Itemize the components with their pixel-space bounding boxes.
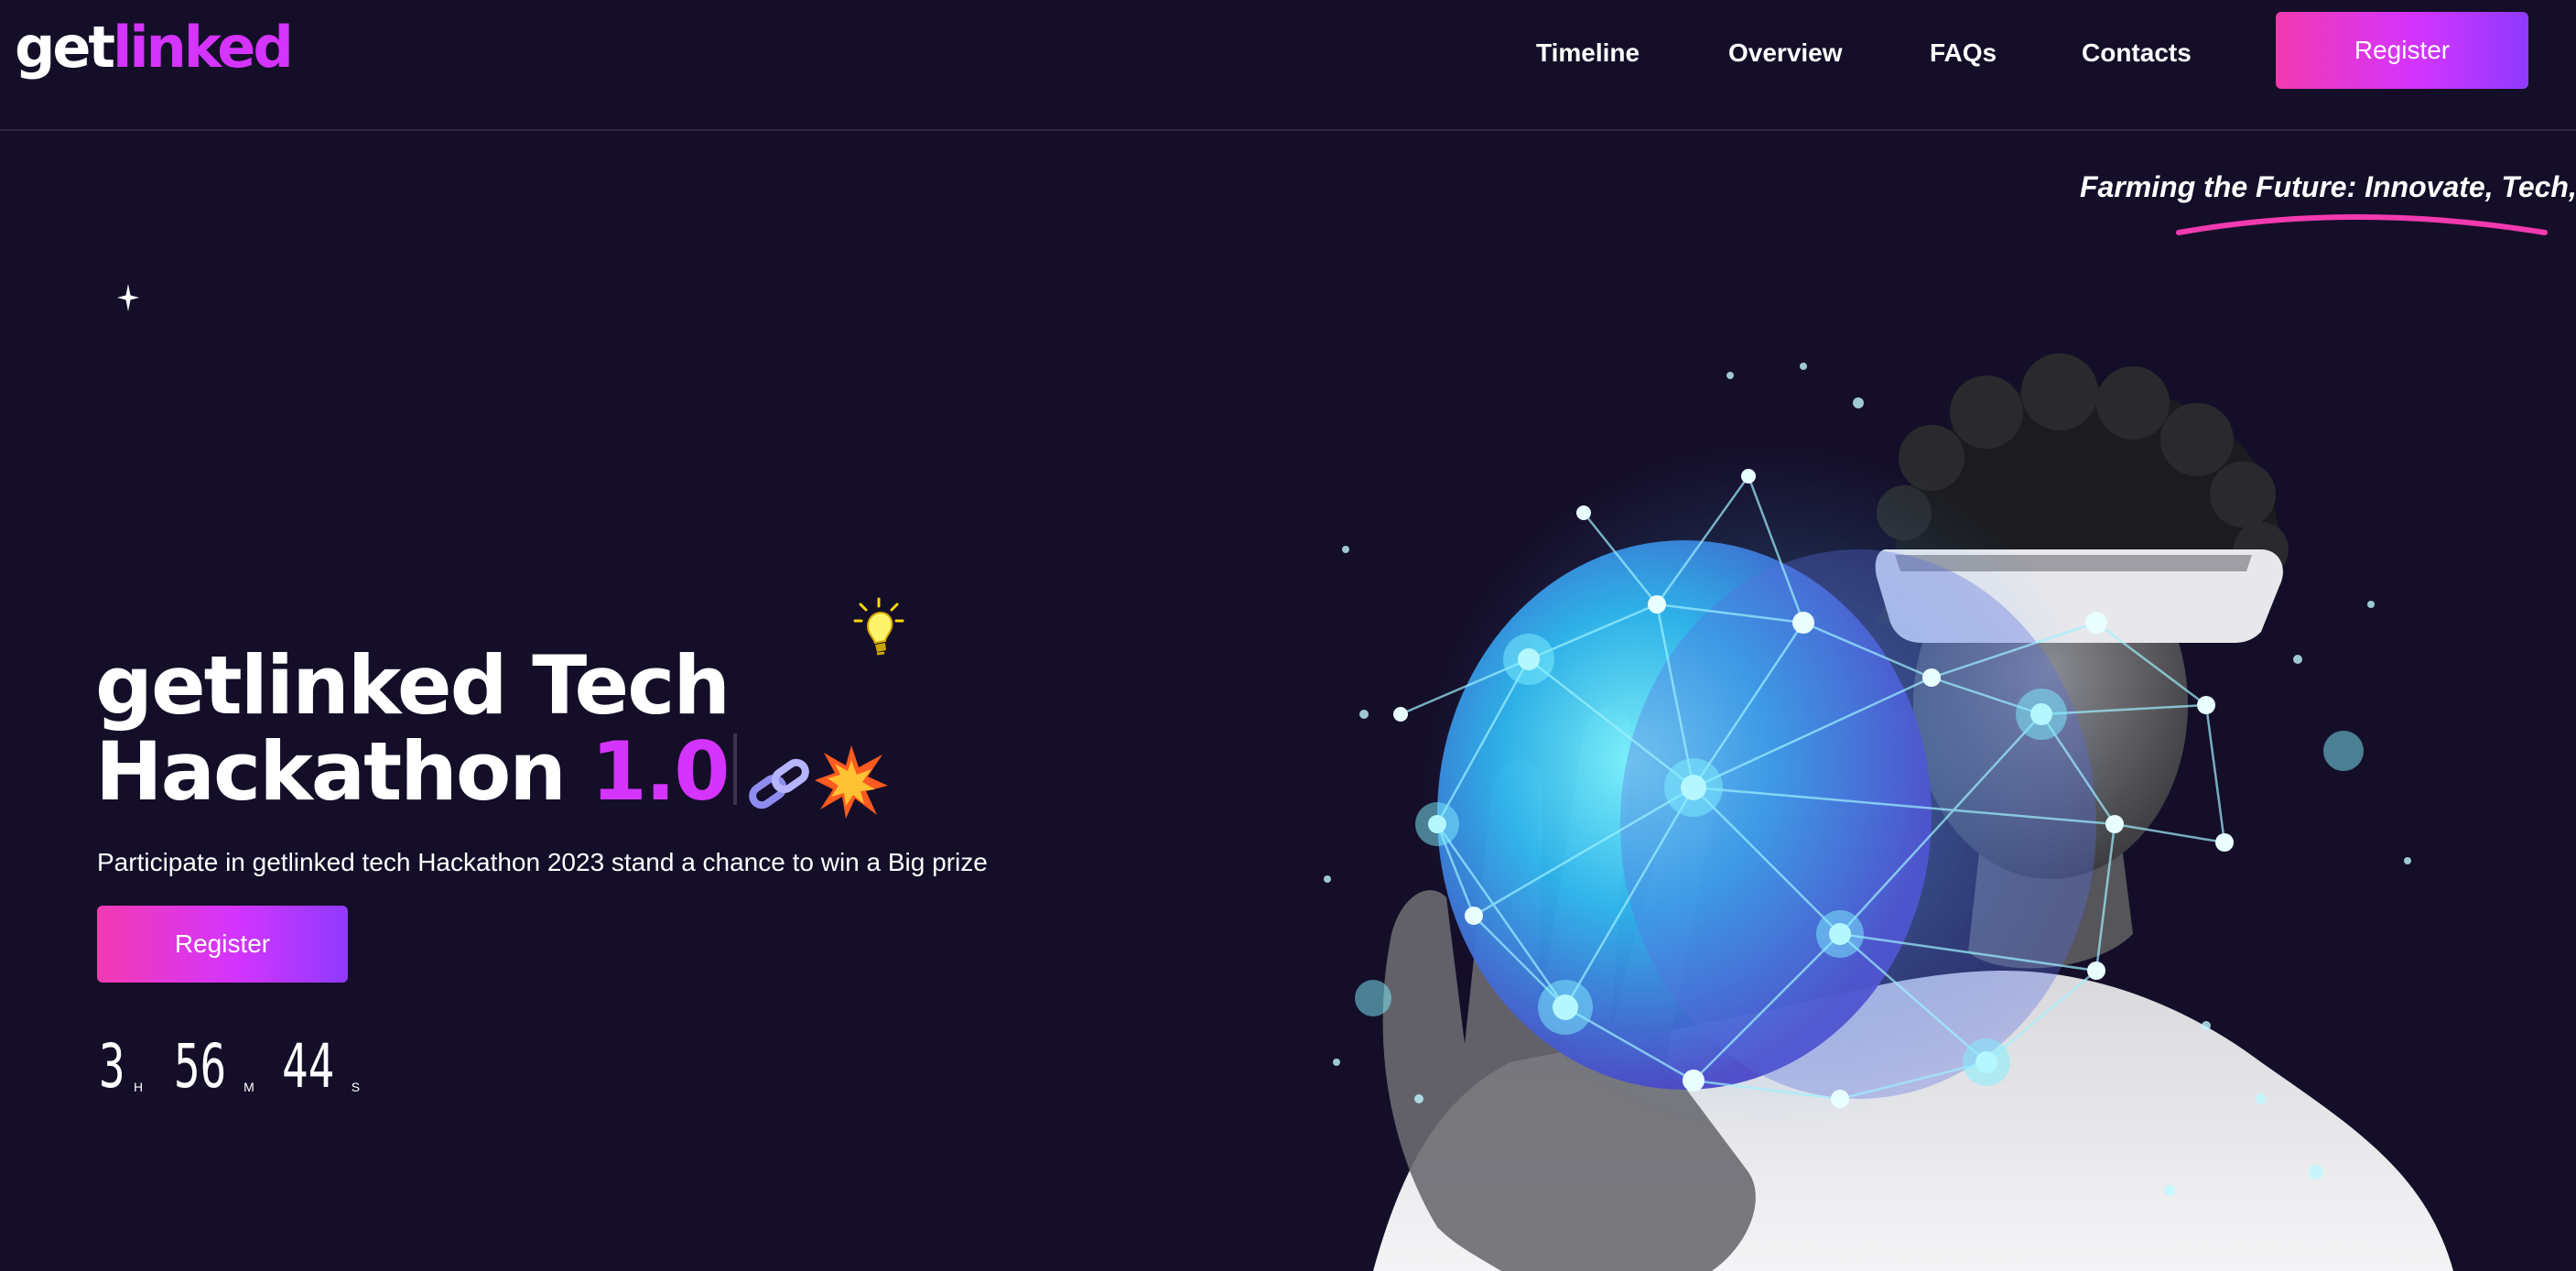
hero-register-button[interactable]: Register	[97, 906, 348, 983]
lightbulb-icon	[853, 597, 904, 656]
countdown-hours-unit: H	[134, 1080, 144, 1094]
chain-link-icon	[749, 758, 809, 809]
header-divider	[0, 129, 2576, 131]
nav-contacts[interactable]: Contacts	[2082, 38, 2192, 68]
header-register-button[interactable]: Register	[2276, 12, 2528, 89]
hero-title-line2: Hackathon	[95, 724, 567, 819]
countdown-timer: 3 H 56 M 44 S	[99, 1037, 360, 1097]
countdown-minutes-value: 56	[174, 1031, 227, 1102]
countdown-minutes-unit: M	[244, 1080, 254, 1094]
countdown-hours: 3 H	[99, 1037, 143, 1097]
nav-timeline[interactable]: Timeline	[1536, 38, 1640, 68]
logo-part-get: get	[15, 14, 115, 81]
countdown-seconds: 44 S	[282, 1037, 360, 1097]
countdown-hours-value: 3	[99, 1031, 125, 1102]
logo[interactable]: getlinked	[15, 13, 294, 82]
sparkle-star-icon	[117, 284, 139, 311]
hero-subtitle: Participate in getlinked tech Hackathon …	[97, 848, 988, 876]
countdown-seconds-unit: S	[351, 1080, 361, 1094]
tagline-underline	[2176, 214, 2548, 235]
countdown-seconds-value: 44	[281, 1031, 335, 1102]
typing-caret	[733, 733, 738, 805]
explosion-icon	[815, 745, 888, 819]
hero-title: getlinked Tech Hackathon 1.0	[95, 643, 738, 815]
nav-overview[interactable]: Overview	[1728, 38, 1843, 68]
countdown-minutes: 56 M	[174, 1037, 254, 1097]
hero-tagline: Farming the Future: Innovate, Tech,|	[2080, 170, 2576, 203]
logo-part-linked: linked	[113, 14, 294, 81]
hero-image	[1324, 353, 2453, 1271]
hero-title-line1: getlinked Tech	[95, 638, 731, 733]
nav-faqs[interactable]: FAQs	[1930, 38, 1997, 68]
hero-title-version: 1.0	[590, 724, 731, 819]
